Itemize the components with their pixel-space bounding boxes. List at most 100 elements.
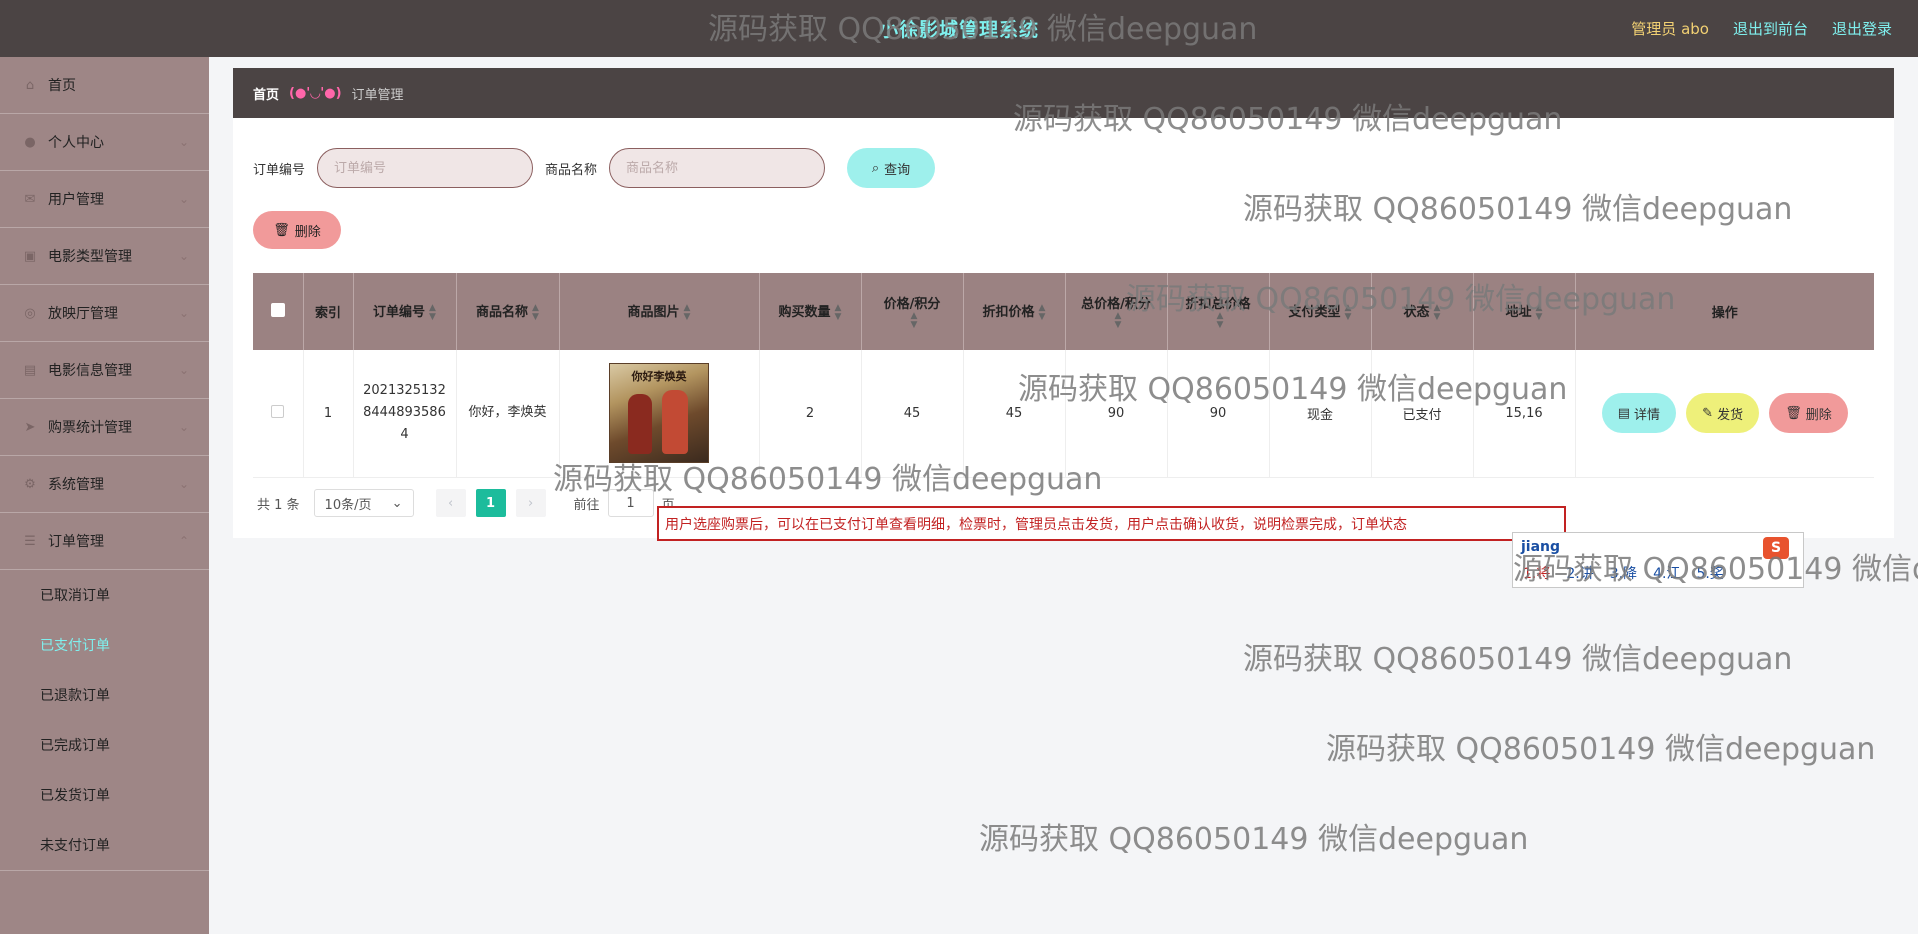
orders-table: 索引 订单编号 ▲ ▼ 商品名称 ▲ ▼ 商品图片 ▲ ▼ 购买数量 ▲ ▼ 价格/积分 ▲ ▼ 折… [253, 273, 1874, 478]
col-total[interactable]: 总价格/积分 ▲ ▼ [1065, 273, 1168, 350]
sort-icon[interactable]: ▲ ▼ [684, 303, 691, 322]
sidebar-item-label: 放映厅管理 [48, 306, 118, 322]
select-all-checkbox[interactable] [270, 302, 285, 317]
query-button-label: 查询 [884, 162, 911, 178]
cell-status: 已支付 [1371, 350, 1474, 478]
ime-pinyin: jiang [1521, 539, 1561, 555]
sort-icon[interactable]: ▲ ▼ [835, 303, 842, 322]
submenu-shipped-orders[interactable]: 已发货订单 [0, 770, 209, 820]
product-name-input[interactable] [609, 148, 826, 188]
cell-index: 1 [303, 350, 354, 478]
ime-candidate[interactable]: 2.讲 [1566, 563, 1593, 583]
submenu-unpaid-orders[interactable]: 未支付订单 [0, 820, 209, 870]
row-checkbox[interactable] [271, 404, 285, 418]
mail-icon: ✉ [24, 191, 36, 207]
search-form: 订单编号 商品名称 ⌕ 查询 [253, 148, 936, 188]
col-index: 索引 [303, 273, 354, 350]
chevron-down-icon: ⌄ [178, 192, 189, 206]
sidebar-item-orders[interactable]: ☰ 订单管理 ⌃ [0, 513, 209, 570]
sidebar-item-label: 个人中心 [48, 135, 104, 151]
col-discount-price[interactable]: 折扣价格 ▲ ▼ [963, 273, 1066, 350]
col-discount-total[interactable]: 折扣总价格 ▲ ▼ [1167, 273, 1270, 350]
page-size-select[interactable]: 10条/页 ⌄ [313, 489, 414, 517]
batch-delete-button[interactable]: 🗑 删除 [253, 211, 341, 249]
back-to-front-link[interactable]: 退出到前台 [1733, 18, 1808, 39]
sidebar: ⌂ 首页 ● 个人中心 ⌄ ✉ 用户管理 ⌄ ▣ 电影类型管理 ⌄ ◎ 放映厅管… [0, 57, 209, 934]
annotation-text-box[interactable]: 用户选座购票后，可以在已支付订单查看明细，检票时，管理员点击发货，用户点击确认收… [657, 506, 1566, 541]
sort-icon[interactable]: ▲ ▼ [1115, 312, 1122, 330]
col-product-image[interactable]: 商品图片 ▲ ▼ [559, 273, 760, 350]
col-order-no[interactable]: 订单编号 ▲ ▼ [353, 273, 457, 350]
ship-button-label: 发货 [1717, 407, 1744, 423]
sort-icon[interactable]: ▲ ▼ [1536, 303, 1543, 322]
breadcrumb: 首页 (●'◡'●) 订单管理 [233, 68, 1894, 118]
order-no-input[interactable] [317, 148, 534, 188]
sort-icon[interactable]: ▲ ▼ [1434, 303, 1441, 322]
delete-button-label: 删除 [1805, 407, 1832, 423]
submenu-completed-orders[interactable]: 已完成订单 [0, 720, 209, 770]
submenu-divider [0, 870, 209, 871]
trash-icon: 🗑 [273, 222, 290, 238]
page-number-current[interactable]: 1 [475, 489, 506, 517]
prev-page-button[interactable]: ‹ [435, 489, 466, 517]
sort-icon[interactable]: ▲ ▼ [1345, 303, 1352, 322]
col-quantity[interactable]: 购买数量 ▲ ▼ [759, 273, 862, 350]
delete-button[interactable]: 🗑 删除 [1769, 393, 1848, 434]
pagination: 共 1 条 10条/页 ⌄ ‹ 1 › 前往 1 页 [257, 489, 675, 517]
sort-icon[interactable]: ▲ ▼ [532, 303, 539, 322]
ime-candidate[interactable]: 1.将 [1523, 563, 1550, 583]
sidebar-item-label: 电影信息管理 [48, 363, 132, 379]
cell-product-name: 你好，李焕英 [456, 350, 560, 478]
breadcrumb-home[interactable]: 首页 [253, 84, 279, 103]
goto-page-input[interactable]: 1 [607, 489, 654, 517]
select-all-header[interactable] [253, 273, 304, 350]
admin-label: 管理员 abo [1631, 20, 1709, 38]
product-name-label: 商品名称 [545, 162, 598, 178]
query-button[interactable]: ⌕ 查询 [847, 148, 936, 188]
poster-figure [662, 390, 688, 455]
sidebar-item-movie-info[interactable]: ▤ 电影信息管理 ⌄ [0, 342, 209, 399]
col-product-name[interactable]: 商品名称 ▲ ▼ [456, 273, 560, 350]
chevron-down-icon: ⌄ [178, 363, 189, 377]
col-price[interactable]: 价格/积分 ▲ ▼ [861, 273, 964, 350]
chevron-left-icon: ‹ [447, 495, 454, 511]
table-header-row: 索引 订单编号 ▲ ▼ 商品名称 ▲ ▼ 商品图片 ▲ ▼ 购买数量 ▲ ▼ 价格/积分 ▲ ▼ 折… [253, 273, 1874, 350]
sidebar-item-users[interactable]: ✉ 用户管理 ⌄ [0, 171, 209, 228]
submenu-cancelled-orders[interactable]: 已取消订单 [0, 570, 209, 620]
cell-quantity: 2 [759, 350, 862, 478]
watermark: 源码获取 QQ86050149 微信deepguan [979, 822, 1529, 857]
sort-icon[interactable]: ▲ ▼ [429, 303, 436, 322]
col-pay-type[interactable]: 支付类型 ▲ ▼ [1269, 273, 1372, 350]
row-select[interactable] [253, 350, 304, 478]
ship-button[interactable]: ✎ 发货 [1686, 393, 1760, 434]
col-status[interactable]: 状态 ▲ ▼ [1371, 273, 1474, 350]
sort-icon[interactable]: ▲ ▼ [1217, 312, 1224, 330]
ime-candidate[interactable]: 5.奖 [1696, 563, 1723, 583]
col-address[interactable]: 地址 ▲ ▼ [1473, 273, 1576, 350]
sidebar-item-ticket-stats[interactable]: ➤ 购票统计管理 ⌄ [0, 399, 209, 456]
document-icon: ▤ [1617, 405, 1631, 421]
sort-icon[interactable]: ▲ ▼ [1039, 303, 1046, 322]
camera-icon: ◎ [24, 305, 36, 321]
submenu-refunded-orders[interactable]: 已退款订单 [0, 670, 209, 720]
search-icon: ⌕ [871, 160, 880, 176]
next-page-button[interactable]: › [515, 489, 546, 517]
sidebar-item-system[interactable]: ⚙ 系统管理 ⌄ [0, 456, 209, 513]
cell-price: 45 [861, 350, 964, 478]
table-row: 1 202132513284448935864 你好，李焕英 你好李焕英 2 4… [253, 350, 1874, 478]
ime-candidate[interactable]: 3.降 [1610, 563, 1637, 583]
breadcrumb-emoticon: (●'◡'●) [289, 85, 342, 101]
sidebar-item-halls[interactable]: ◎ 放映厅管理 ⌄ [0, 285, 209, 342]
detail-button[interactable]: ▤ 详情 [1601, 393, 1677, 434]
sidebar-item-profile[interactable]: ● 个人中心 ⌄ [0, 114, 209, 171]
ime-logo-icon: S [1763, 537, 1789, 559]
cell-total: 90 [1065, 350, 1168, 478]
logout-link[interactable]: 退出登录 [1832, 18, 1892, 39]
sidebar-item-movie-types[interactable]: ▣ 电影类型管理 ⌄ [0, 228, 209, 285]
ime-candidate[interactable]: 4.江 [1653, 563, 1680, 583]
sidebar-item-home[interactable]: ⌂ 首页 [0, 57, 209, 114]
sort-icon[interactable]: ▲ ▼ [911, 312, 918, 330]
submenu-paid-orders[interactable]: 已支付订单 [0, 620, 209, 670]
chevron-down-icon: ⌄ [391, 495, 403, 511]
sidebar-item-label: 电影类型管理 [48, 249, 132, 265]
